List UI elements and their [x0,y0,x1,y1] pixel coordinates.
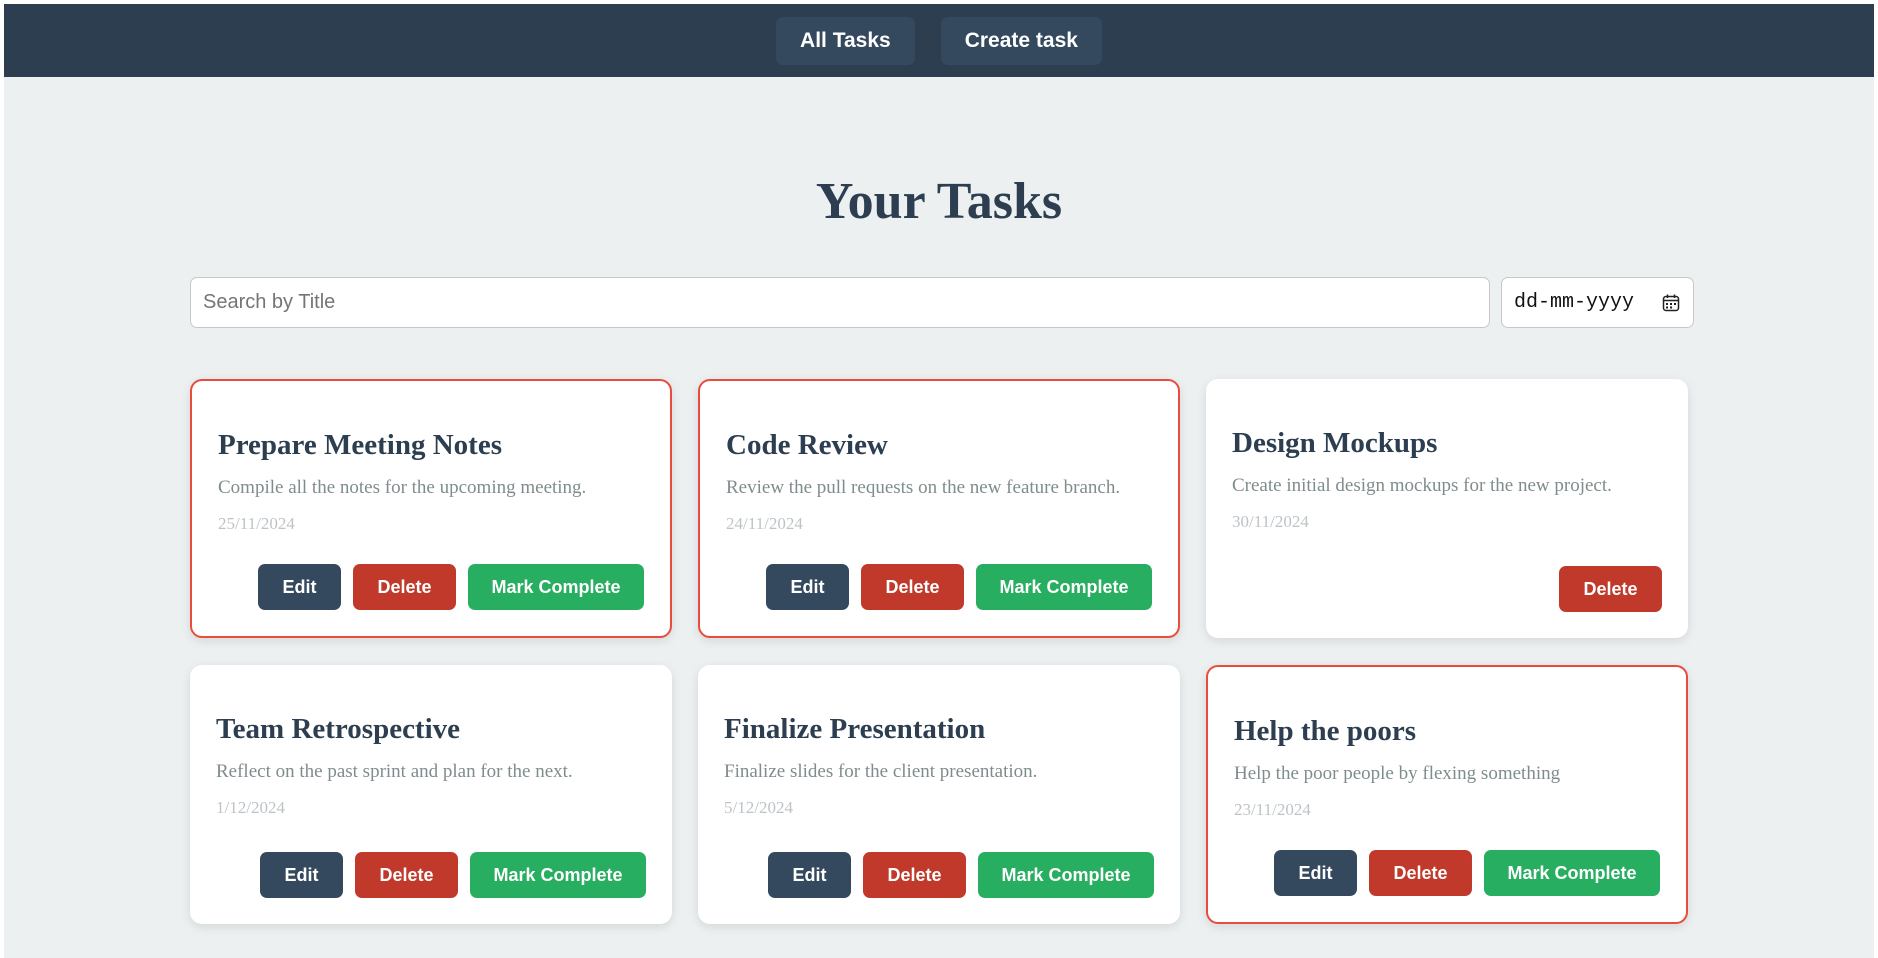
calendar-icon[interactable] [1661,293,1681,313]
delete-button[interactable]: Delete [355,852,458,898]
task-title: Design Mockups [1232,427,1438,459]
mark-complete-button[interactable]: Mark Complete [468,564,644,610]
app-window: All Tasks Create task Your Tasks dd-mm-y… [4,4,1874,958]
edit-button[interactable]: Edit [258,564,341,610]
task-date: 1/12/2024 [216,798,285,817]
task-actions: Edit Delete Mark Complete [1274,850,1660,896]
edit-button[interactable]: Edit [766,564,849,610]
task-actions: Edit Delete Mark Complete [768,852,1154,898]
mark-complete-button[interactable]: Mark Complete [1484,850,1660,896]
task-actions: Edit Delete Mark Complete [260,852,646,898]
task-card-code-review: Code Review Review the pull requests on … [698,379,1180,638]
task-actions: Delete [1559,566,1662,612]
task-date: 25/11/2024 [218,514,295,533]
mark-complete-button[interactable]: Mark Complete [470,852,646,898]
all-tasks-button[interactable]: All Tasks [776,16,915,65]
edit-button[interactable]: Edit [260,852,343,898]
mark-complete-button[interactable]: Mark Complete [976,564,1152,610]
delete-button[interactable]: Delete [863,852,966,898]
delete-button[interactable]: Delete [1559,566,1662,612]
task-title: Team Retrospective [216,713,461,745]
task-description: Create initial design mockups for the ne… [1232,475,1612,496]
task-description: Reflect on the past sprint and plan for … [216,761,573,782]
create-task-button[interactable]: Create task [940,16,1102,65]
edit-button[interactable]: Edit [1274,850,1357,896]
delete-button[interactable]: Delete [353,564,456,610]
navbar: All Tasks Create task [4,4,1874,77]
task-title: Prepare Meeting Notes [218,429,502,461]
task-card-finalize-presentation: Finalize Presentation Finalize slides fo… [698,665,1180,924]
task-date: 23/11/2024 [1234,800,1311,819]
search-input[interactable] [190,277,1490,328]
task-actions: Edit Delete Mark Complete [766,564,1152,610]
task-card-prepare-meeting-notes: Prepare Meeting Notes Compile all the no… [190,379,672,638]
date-filter-placeholder: dd-mm-yyyy [1514,291,1635,314]
task-card-design-mockups: Design Mockups Create initial design moc… [1206,379,1688,638]
task-card-team-retrospective: Team Retrospective Reflect on the past s… [190,665,672,924]
date-filter-input[interactable]: dd-mm-yyyy [1501,277,1694,328]
task-actions: Edit Delete Mark Complete [258,564,644,610]
task-title: Finalize Presentation [724,713,986,745]
task-date: 30/11/2024 [1232,512,1309,531]
delete-button[interactable]: Delete [1369,850,1472,896]
task-title: Help the poors [1234,715,1417,747]
task-date: 24/11/2024 [726,514,803,533]
task-description: Review the pull requests on the new feat… [726,477,1121,498]
task-date: 5/12/2024 [724,798,793,817]
task-description: Help the poor people by flexing somethin… [1234,763,1561,784]
task-title: Code Review [726,429,888,461]
delete-button[interactable]: Delete [861,564,964,610]
mark-complete-button[interactable]: Mark Complete [978,852,1154,898]
task-description: Finalize slides for the client presentat… [724,761,1038,782]
task-description: Compile all the notes for the upcoming m… [218,477,587,498]
page-title: Your Tasks [815,173,1063,230]
task-card-help-the-poors: Help the poors Help the poor people by f… [1206,665,1688,924]
edit-button[interactable]: Edit [768,852,851,898]
